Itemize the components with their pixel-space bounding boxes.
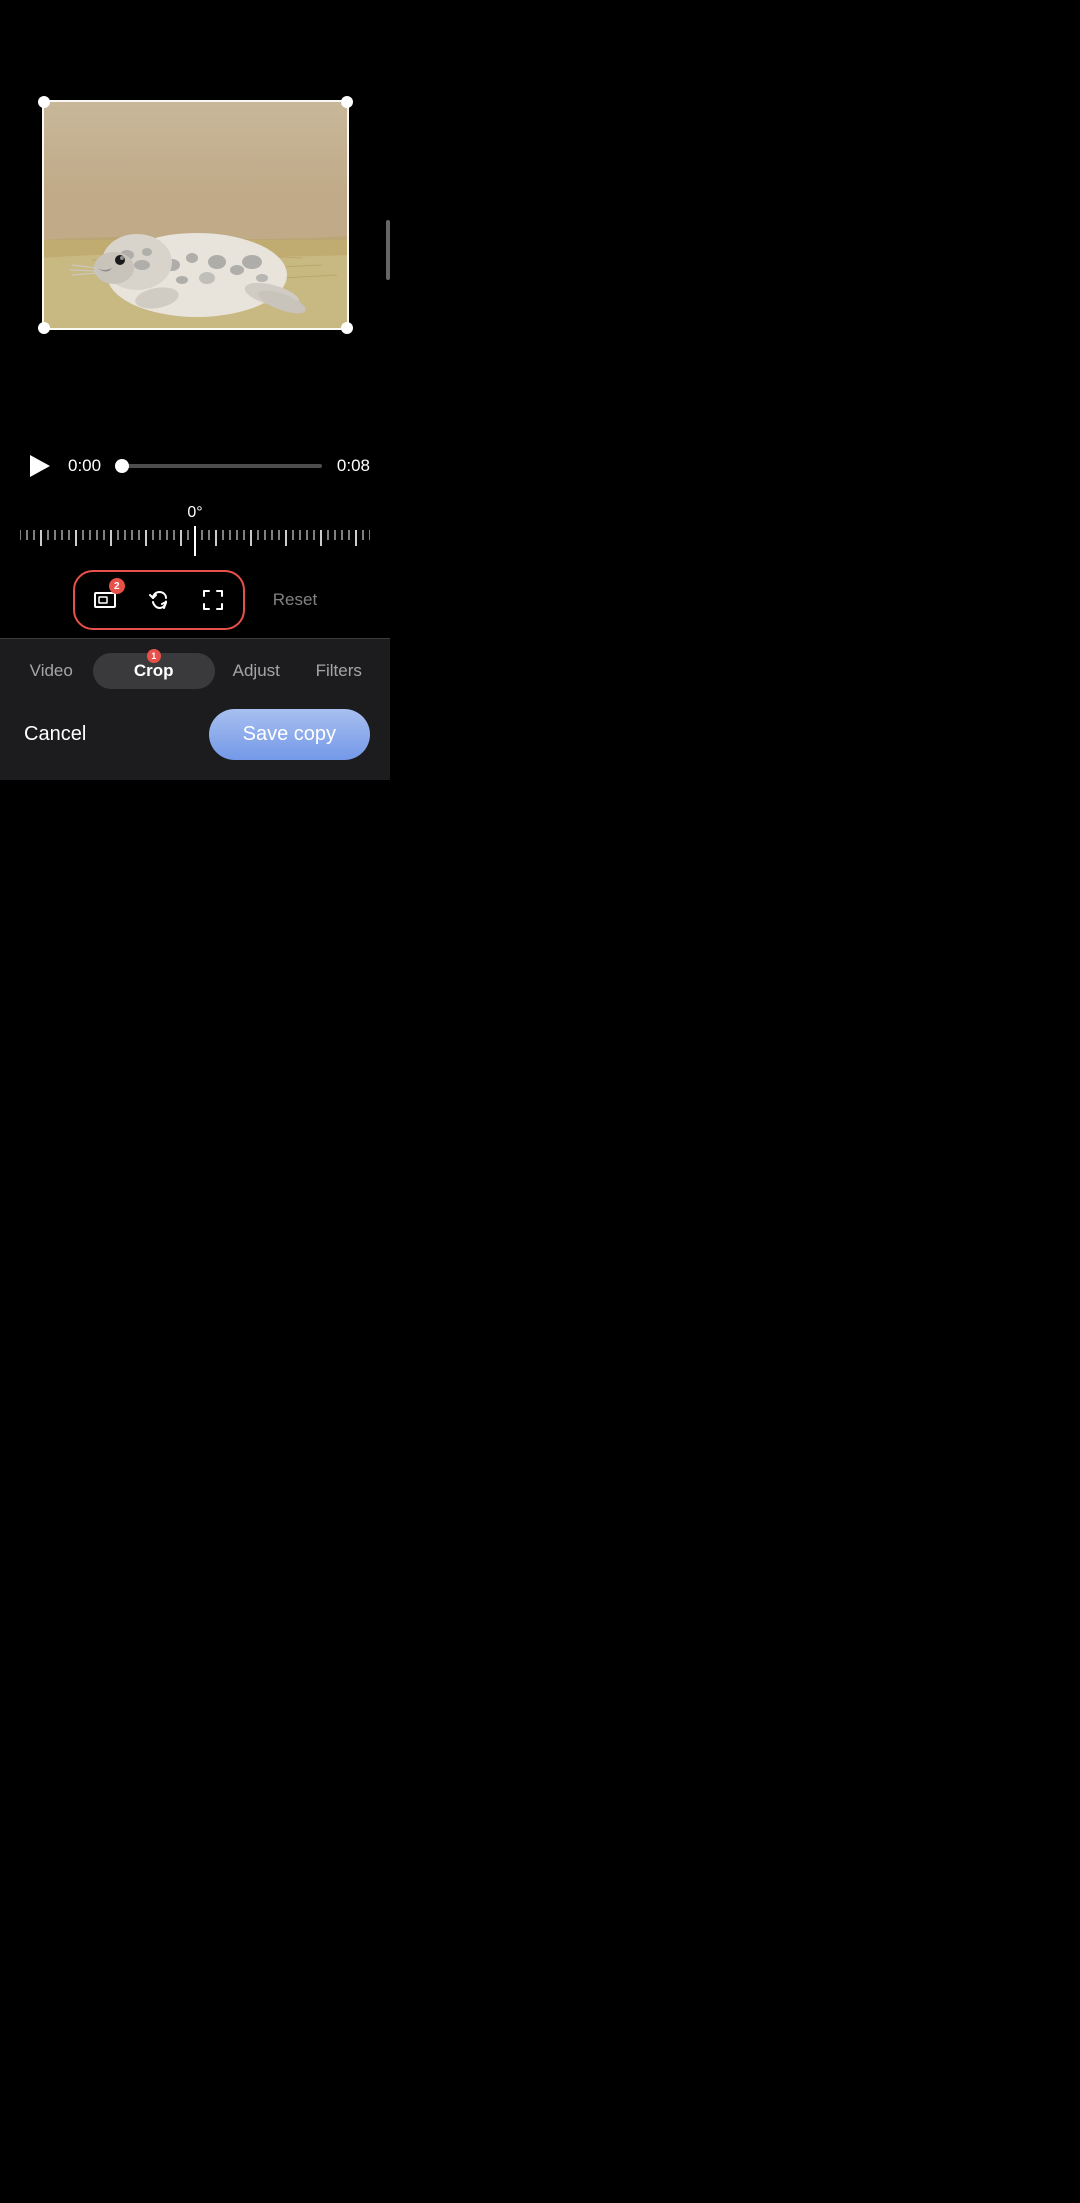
- bottom-nav: Video 1 Crop Adjust Filters Cancel Save …: [0, 638, 390, 780]
- video-preview: [42, 100, 349, 330]
- tab-video[interactable]: Video: [10, 661, 93, 681]
- rotation-ruler[interactable]: [20, 526, 370, 556]
- aspect-ratio-button[interactable]: 2: [81, 576, 129, 624]
- progress-bar[interactable]: [116, 464, 322, 468]
- save-button[interactable]: Save copy: [209, 709, 370, 760]
- tab-filters[interactable]: Filters: [298, 661, 381, 681]
- rotation-row: 0°: [20, 498, 370, 526]
- tool-row: 2 Reset: [20, 564, 370, 638]
- time-current: 0:00: [68, 456, 104, 476]
- scroll-indicator: [386, 220, 390, 280]
- ruler-center-line: [194, 526, 196, 556]
- crop-container[interactable]: [42, 100, 349, 330]
- tab-row: Video 1 Crop Adjust Filters: [10, 639, 380, 699]
- progress-thumb[interactable]: [115, 459, 129, 473]
- action-row: Cancel Save copy: [10, 699, 380, 780]
- expand-button[interactable]: [189, 576, 237, 624]
- rotation-degree: 0°: [187, 504, 202, 522]
- reset-button[interactable]: Reset: [273, 590, 317, 610]
- video-area: [0, 0, 390, 430]
- play-icon: [30, 455, 50, 477]
- rotate-button[interactable]: [135, 576, 183, 624]
- play-button[interactable]: [20, 448, 56, 484]
- aspect-ratio-badge: 2: [109, 578, 125, 594]
- tab-adjust[interactable]: Adjust: [215, 661, 298, 681]
- tool-group: 2: [73, 570, 245, 630]
- controls-area: 0:00 0:08 0° 2: [0, 430, 390, 638]
- cancel-button[interactable]: Cancel: [20, 715, 90, 754]
- time-total: 0:08: [334, 456, 370, 476]
- crop-tab-badge: 1: [147, 649, 161, 663]
- tab-crop[interactable]: 1 Crop: [93, 653, 216, 689]
- playback-row: 0:00 0:08: [20, 430, 370, 498]
